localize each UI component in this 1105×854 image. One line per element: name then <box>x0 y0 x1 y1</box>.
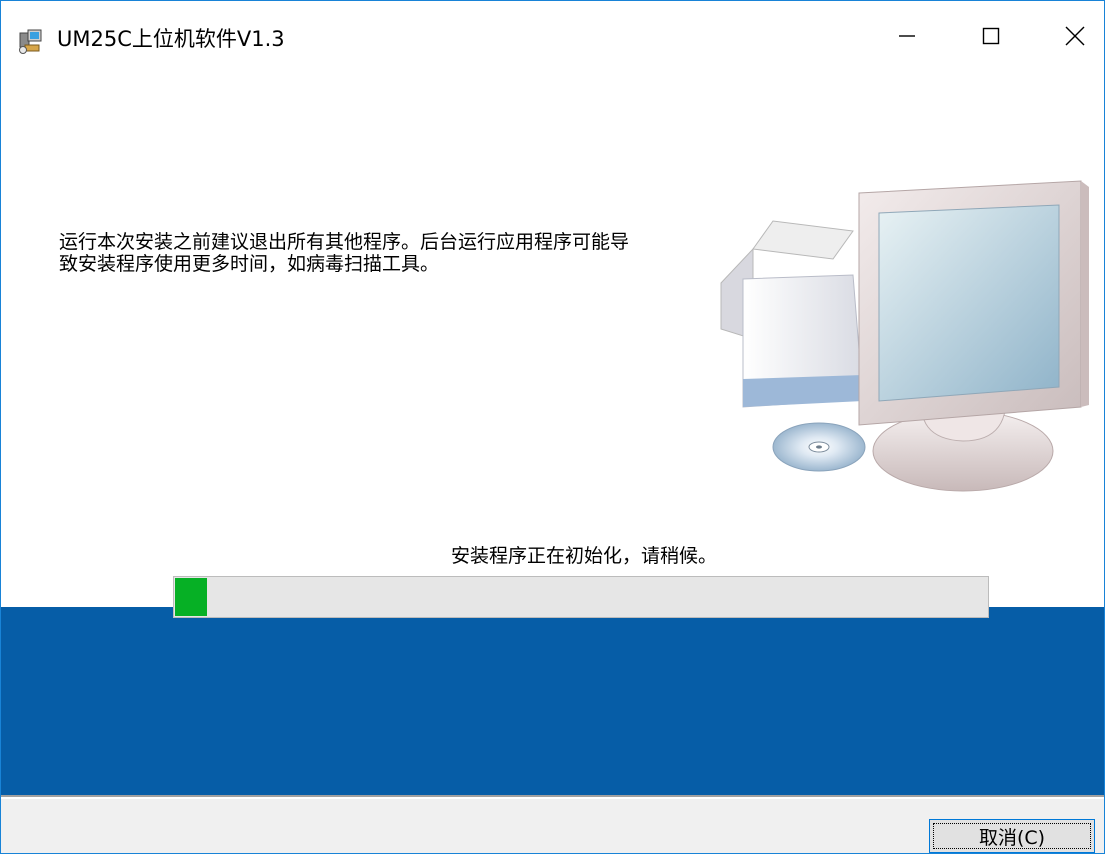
cancel-button[interactable]: 取消(C) <box>929 819 1095 853</box>
info-message: 运行本次安装之前建议退出所有其他程序。后台运行应用程序可能导 致安装程序使用更多… <box>59 231 759 275</box>
decorative-band <box>1 607 1104 795</box>
info-message-line-2: 致安装程序使用更多时间，如病毒扫描工具。 <box>59 253 440 275</box>
minimize-icon <box>897 26 917 50</box>
close-icon <box>1064 25 1086 51</box>
title-bar[interactable]: UM25C上位机软件V1.3 <box>1 1 1104 83</box>
window-title: UM25C上位机软件V1.3 <box>57 27 285 51</box>
installer-icon <box>17 27 45 55</box>
maximize-icon <box>981 26 1001 50</box>
progress-fill <box>175 578 207 616</box>
footer-divider-highlight <box>1 797 1104 799</box>
maximize-button[interactable] <box>963 15 1019 61</box>
installer-window: UM25C上位机软件V1.3 运行本次安装之前建议退出所有其他程序。后台运行应用… <box>0 0 1105 854</box>
info-message-line-1: 运行本次安装之前建议退出所有其他程序。后台运行应用程序可能导 <box>59 231 630 253</box>
progress-bar <box>173 576 989 618</box>
content-panel: 运行本次安装之前建议退出所有其他程序。后台运行应用程序可能导 致安装程序使用更多… <box>1 83 1104 607</box>
close-button[interactable] <box>1047 15 1103 61</box>
computer-and-box-illustration <box>713 179 1093 539</box>
status-message: 安装程序正在初始化，请稍候。 <box>450 545 717 567</box>
cancel-button-label: 取消(C) <box>978 826 1046 849</box>
minimize-button[interactable] <box>879 15 935 61</box>
